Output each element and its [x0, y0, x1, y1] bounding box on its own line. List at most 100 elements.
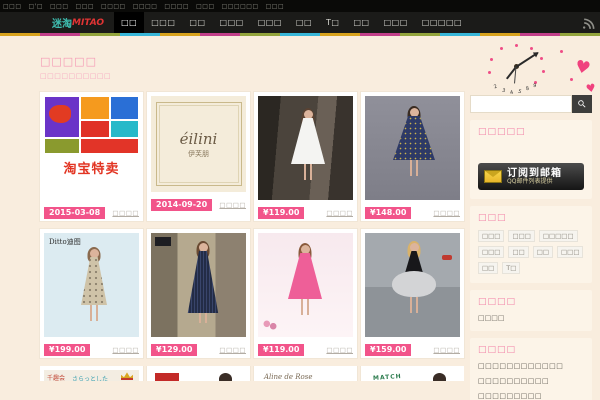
post-thumbnail[interactable]: [258, 233, 353, 337]
brand-name: éilini: [179, 129, 218, 148]
post-card[interactable]: MATCH: [361, 366, 464, 381]
nav-item-2[interactable]: □□: [182, 12, 212, 33]
nav-item-7[interactable]: □□: [346, 12, 376, 33]
nav-item-3[interactable]: □□□: [213, 12, 251, 33]
clock-decoration: 2 3 4 5 8 9 ♥ ♥: [470, 40, 597, 96]
thumbnail-text: 千趣会: [47, 375, 66, 381]
tag-link[interactable]: □□□: [557, 246, 584, 258]
brand-watermark: Ditto迪图: [49, 238, 81, 246]
main-content: □□□□□ □□□□□□□□□□ 淘宝特卖 2015-03-08 □□□□ éi…: [40, 36, 464, 400]
thumbnail-caption: 淘宝特卖: [63, 162, 120, 177]
tag-link[interactable]: □□: [532, 246, 554, 258]
view-details-link[interactable]: □□□□: [219, 346, 246, 354]
nav-item-9[interactable]: □□□□□: [415, 12, 469, 33]
post-card[interactable]: ¥119.00 □□□□: [254, 229, 357, 358]
widget-heading: □□□□: [478, 345, 517, 355]
post-card[interactable]: ¥159.00 □□□□: [361, 229, 464, 358]
recent-post-link[interactable]: □□□□□□□□□: [478, 392, 584, 400]
post-card[interactable]: ¥148.00 □□□□: [361, 92, 464, 221]
topbar-link[interactable]: □□□□: [133, 3, 158, 10]
heart-icon: ♥: [585, 81, 598, 96]
topbar-link[interactable]: □□□: [3, 3, 22, 10]
post-thumbnail[interactable]: [258, 96, 353, 200]
search-icon: [577, 97, 587, 112]
post-card[interactable]: éilini 伊芙朋 2014-09-20 □□□□: [147, 92, 250, 221]
nav-item-5[interactable]: □□: [289, 12, 319, 33]
nav-item-home[interactable]: □□: [114, 12, 145, 33]
view-details-link[interactable]: □□□□: [219, 201, 246, 209]
model-photo: [219, 373, 232, 381]
nav-item-1[interactable]: □□□: [144, 12, 182, 33]
taobao-sale-mosaic: [44, 96, 139, 154]
heart-icon: ♥: [572, 56, 592, 80]
links-widget: □□□□ □□□□: [470, 290, 592, 331]
recent-post-link[interactable]: □□□□□□□□□□□□: [478, 362, 584, 370]
price-badge: ¥119.00: [258, 207, 305, 219]
post-card[interactable]: Ditto迪图 ¥199.00 □□□□: [40, 229, 143, 358]
view-details-link[interactable]: □□□□: [112, 346, 139, 354]
price-badge: ¥159.00: [365, 344, 412, 356]
post-card[interactable]: 淘宝特卖 2015-03-08 □□□□: [40, 92, 143, 221]
view-details-link[interactable]: □□□□: [433, 209, 460, 217]
post-thumbnail[interactable]: Ditto迪图: [44, 233, 139, 337]
nav-item-8[interactable]: □□□: [377, 12, 415, 33]
topbar-link[interactable]: □□□: [196, 3, 215, 10]
post-card[interactable]: ¥129.00 □□□□: [147, 229, 250, 358]
recent-post-link[interactable]: □□□□□□□□□□: [478, 377, 584, 385]
widget-heading: □□□□: [478, 297, 517, 307]
search-input[interactable]: [470, 95, 572, 113]
brand-script-text: Aline de Rose: [264, 373, 313, 381]
site-logo[interactable]: 迷淘 MITAO: [52, 12, 104, 33]
post-grid: 淘宝特卖 2015-03-08 □□□□ éilini 伊芙朋 2014-09-…: [40, 92, 464, 358]
topbar-link[interactable]: □'□: [29, 3, 44, 10]
post-thumbnail[interactable]: [151, 233, 246, 337]
logo-en: MITAO: [72, 17, 105, 28]
main-navigation: 迷淘 MITAO □□ □□□ □□ □□□ □□□ □□ T□ □□ □□□ …: [0, 12, 600, 33]
tag-link[interactable]: □□: [478, 262, 499, 274]
brand-name-cn: 伊芙朋: [188, 149, 209, 158]
post-thumbnail[interactable]: [365, 96, 460, 200]
post-card[interactable]: Aline de Rose: [254, 366, 357, 381]
sidebar-link[interactable]: □□□□: [478, 314, 584, 322]
view-details-link[interactable]: □□□□: [112, 209, 139, 217]
post-grid-truncated: 千趣会 さらっとした Aline de Rose MATCH: [40, 366, 464, 381]
rss-icon[interactable]: [582, 16, 595, 35]
thumbnail-text: さらっとした: [72, 376, 109, 381]
nav-item-tshirt[interactable]: T□: [319, 12, 346, 33]
topbar-link[interactable]: □□□: [50, 3, 69, 10]
topbar-link[interactable]: □□□□: [101, 3, 126, 10]
tag-link[interactable]: □□□: [508, 230, 535, 242]
topbar-link[interactable]: □□□□□□: [222, 3, 259, 10]
post-card[interactable]: 千趣会 さらっとした: [40, 366, 143, 381]
subscribe-email-button[interactable]: 订阅到邮箱 QQ邮件列表提供: [478, 163, 584, 190]
price-badge: ¥148.00: [365, 207, 412, 219]
tag-link[interactable]: □□□: [478, 246, 505, 258]
brand-frame: éilini 伊芙朋: [155, 102, 242, 186]
view-details-link[interactable]: □□□□: [433, 346, 460, 354]
tag-link[interactable]: □□□: [478, 230, 505, 242]
tag-link[interactable]: □□: [508, 246, 529, 258]
tag-link[interactable]: □□□□□: [538, 230, 578, 242]
nav-item-4[interactable]: □□□: [251, 12, 289, 33]
post-thumbnail[interactable]: 淘宝特卖: [44, 96, 139, 200]
post-thumbnail[interactable]: éilini 伊芙朋: [151, 96, 246, 192]
view-details-link[interactable]: □□□□: [326, 209, 353, 217]
top-utility-bar: □□□ □'□ □□□ □□□ □□□□ □□□□ □□□□ □□□ □□□□□…: [0, 0, 600, 12]
search-button[interactable]: [572, 95, 592, 113]
nav-menu: □□ □□□ □□ □□□ □□□ □□ T□ □□ □□□ □□□□□: [114, 12, 469, 33]
widget-heading: □□□: [478, 213, 507, 223]
price-badge: ¥129.00: [151, 344, 198, 356]
section-subheading: □□□□□□□□□□: [40, 72, 112, 80]
post-card[interactable]: [147, 366, 250, 381]
view-details-link[interactable]: □□□□: [326, 346, 353, 354]
image-watermark: [155, 237, 171, 246]
subscribe-widget: □□□□□ 订阅到邮箱 QQ邮件列表提供: [470, 120, 592, 199]
post-card[interactable]: ¥119.00 □□□□: [254, 92, 357, 221]
topbar-link[interactable]: □□□: [266, 3, 285, 10]
section-heading: □□□□□: [40, 55, 97, 68]
topbar-link[interactable]: □□□: [76, 3, 95, 10]
topbar-link[interactable]: □□□□: [164, 3, 189, 10]
tag-link-tshirt[interactable]: T□: [502, 262, 521, 274]
crown-icon: [121, 372, 133, 380]
post-thumbnail[interactable]: [365, 233, 460, 337]
